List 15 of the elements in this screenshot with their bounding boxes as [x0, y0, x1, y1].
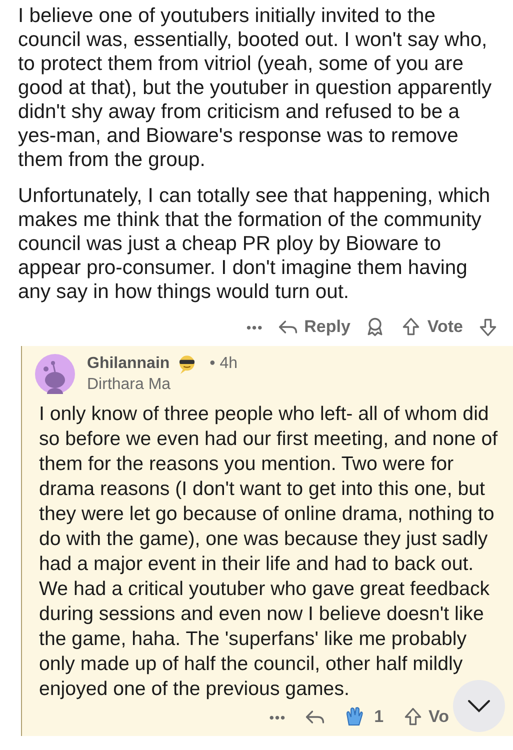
upvote-button[interactable]: Vote [400, 316, 463, 338]
user-flair: Dirthara Ma [87, 376, 172, 394]
more-button[interactable]: ••• [269, 710, 286, 724]
scroll-down-button[interactable] [453, 680, 505, 732]
username[interactable]: Ghilannain [87, 355, 170, 373]
upvote-button[interactable]: Vo [402, 706, 449, 728]
comment-body: I only know of three people who left- all of whom did so before we even had our first meeting, and none of them for the reasons you mention. Two were for drama reasons (I don't want to get into this one, but they were let go because of online drama, nothing to do with the game), one was because they just sadly had a major event in their life and had to back out. We had a critical youtuber who gave great feedback during sessions and even now I believe doesn't like the game, haha. The 'superfans' like me probably only made up of half the council, other half mildly enjoyed one of the previous games. [39, 402, 499, 702]
downvote-icon[interactable] [477, 316, 499, 338]
reply-button[interactable]: Reply [277, 316, 350, 338]
comment-paragraph: I believe one of youtubers initially invited to the council was, essentially, booted out. I won't say who, to protect them from vitriol (yeah, some of you are good at that), but the youtuber in question apparently didn't shy away from criticism and refused to be a yes-man, and Bioware's response was to remove them from the group. [18, 4, 493, 172]
more-button[interactable]: ••• [246, 320, 264, 334]
comment-age: • 4h [210, 355, 238, 373]
award-count: 1 [374, 707, 384, 727]
comment-paragraph: Unfortunately, I can totally see that happening, which makes me think that the formation of the community council was just a cheap PR ploy by Bioware to appear pro-consumer. I don't imagine them having any say in how things would turn out. [18, 184, 492, 304]
avatar[interactable] [35, 354, 75, 394]
